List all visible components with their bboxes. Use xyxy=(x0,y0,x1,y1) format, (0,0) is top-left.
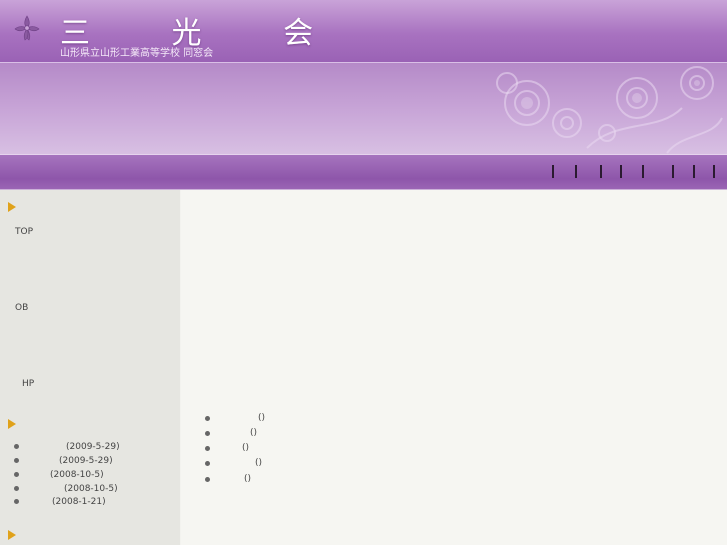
bullet-icon xyxy=(14,472,19,477)
banner xyxy=(0,62,727,155)
news-item[interactable]: (2008-10-5) xyxy=(14,484,118,494)
nav-separator xyxy=(600,165,602,178)
news-item[interactable]: (2008-10-5) xyxy=(14,470,104,480)
bullet-icon xyxy=(14,458,19,463)
nav-separator xyxy=(713,165,715,178)
news-date: (2008-1-21) xyxy=(52,497,106,507)
list-item[interactable]: () xyxy=(205,443,249,454)
bullet-icon xyxy=(205,416,210,421)
news-date: (2008-10-5) xyxy=(64,484,118,494)
sidebar-link-hp[interactable]: HP xyxy=(22,379,34,389)
bullet-icon xyxy=(205,477,210,482)
list-item-text: () xyxy=(255,458,263,468)
nav-separator xyxy=(672,165,674,178)
list-item-text: () xyxy=(242,443,250,453)
list-item[interactable]: () xyxy=(205,413,265,424)
main-nav xyxy=(0,154,727,190)
news-item[interactable]: (2009-5-29) xyxy=(14,456,113,466)
section-arrow-icon xyxy=(8,202,16,212)
list-item[interactable]: () xyxy=(205,474,251,485)
news-date: (2009-5-29) xyxy=(66,442,120,452)
site-subtitle: 山形県立山形工業高等学校 同窓会 xyxy=(60,48,214,59)
nav-separator xyxy=(552,165,554,178)
news-item[interactable]: (2008-1-21) xyxy=(14,497,106,507)
list-item[interactable]: () xyxy=(205,428,257,439)
nav-separator xyxy=(620,165,622,178)
bullet-icon xyxy=(205,461,210,466)
bullet-icon xyxy=(205,446,210,451)
nav-separator xyxy=(642,165,644,178)
list-item-text: () xyxy=(250,428,258,438)
main-content: () () () () () xyxy=(181,190,727,545)
nav-separator xyxy=(575,165,577,178)
list-item-text: () xyxy=(244,474,252,484)
news-date: (2008-10-5) xyxy=(50,470,104,480)
floral-decoration xyxy=(496,66,723,154)
sidebar-link-ob[interactable]: OB xyxy=(15,303,28,313)
bullet-icon xyxy=(14,486,19,491)
section-arrow-icon xyxy=(8,419,16,429)
bullet-icon xyxy=(205,431,210,436)
list-item[interactable]: () xyxy=(205,458,262,469)
section-arrow-icon xyxy=(8,530,16,540)
news-date: (2009-5-29) xyxy=(59,456,113,466)
bullet-icon xyxy=(14,499,19,504)
flower-crest-icon xyxy=(14,15,40,41)
list-item-text: () xyxy=(258,413,266,423)
nav-separator xyxy=(693,165,695,178)
sidebar: TOP OB HP (2009-5-29) (2009-5-29) (2008-… xyxy=(0,190,180,545)
bullet-icon xyxy=(14,444,19,449)
site-header: 三 光 会 山形県立山形工業高等学校 同窓会 xyxy=(0,0,727,62)
sidebar-link-top[interactable]: TOP xyxy=(15,227,33,237)
news-item[interactable]: (2009-5-29) xyxy=(14,442,120,452)
